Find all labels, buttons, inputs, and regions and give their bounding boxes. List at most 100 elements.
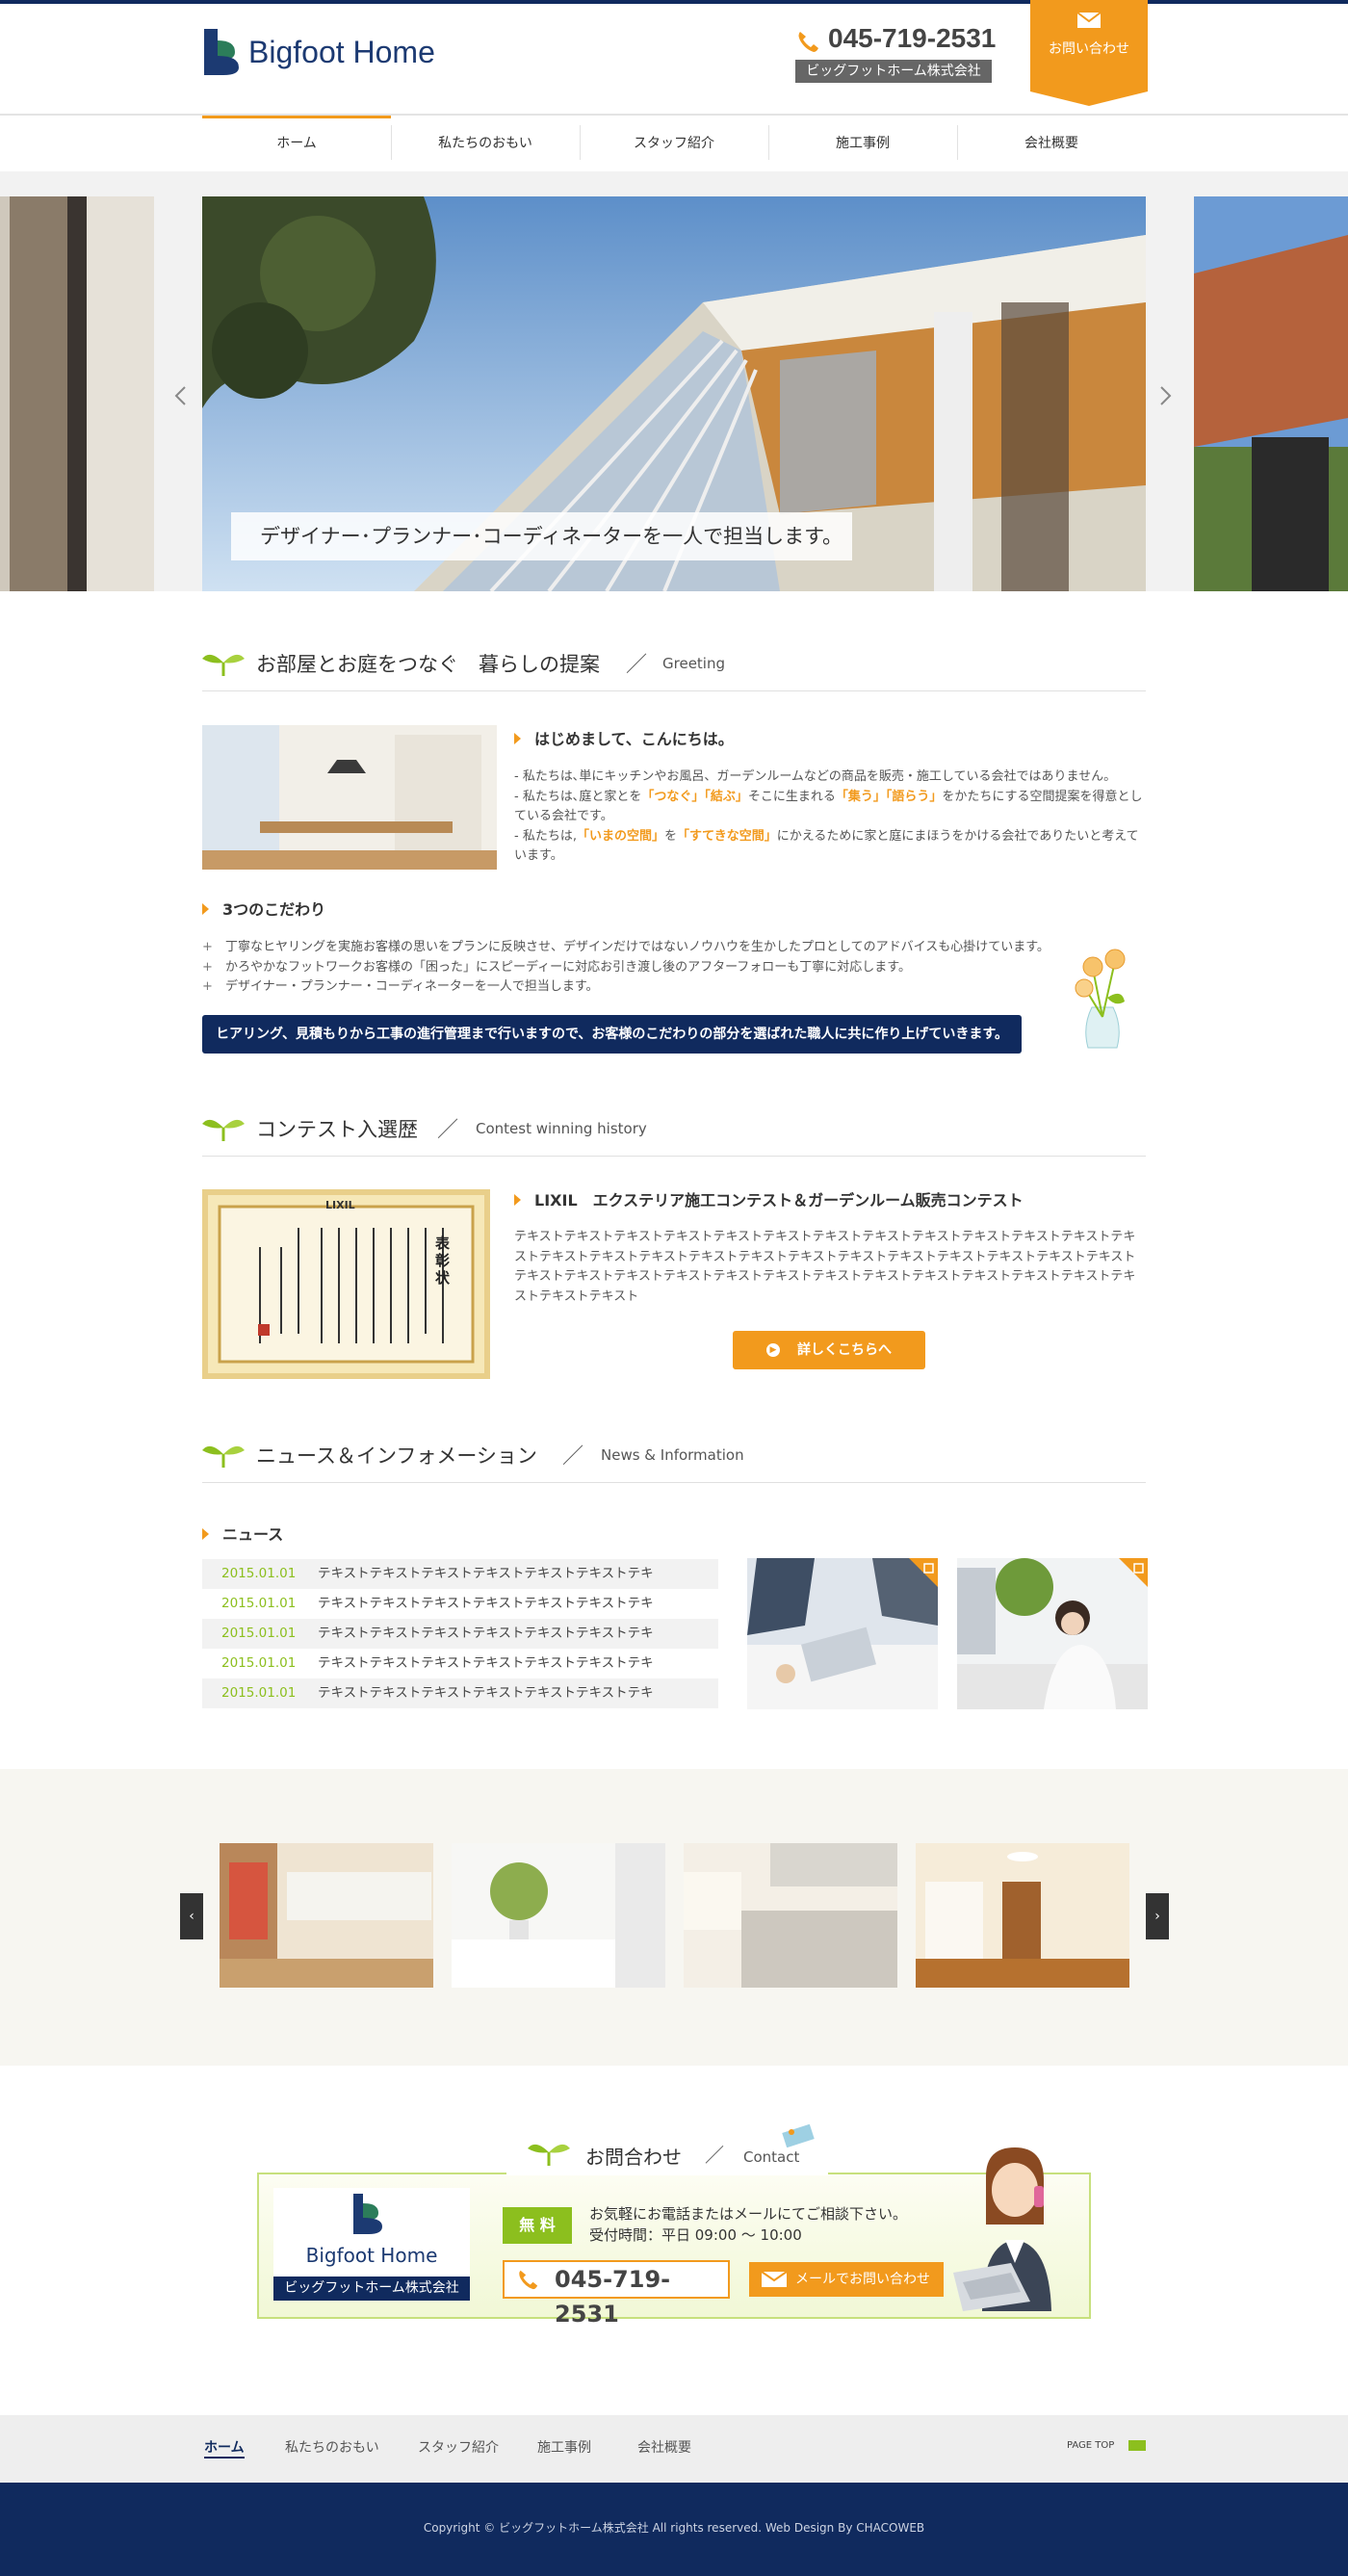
news-list: 2015.01.01 テキストテキストテキストテキストテキストテキストテキ 201…	[202, 1559, 718, 1708]
greeting-section-head: お部屋とお庭をつなぐ 暮らしの提案 ／ Greeting	[202, 643, 1146, 691]
title-slash: ／	[562, 1444, 584, 1469]
flower-vase-illustration	[1075, 949, 1126, 1049]
footer-nav-home[interactable]: ホーム	[204, 2437, 245, 2459]
contest-heading: LIXIL エクステリア施工コンテスト＆ガーデンルーム販売コンテスト	[514, 1187, 1024, 1210]
details-button-label[interactable]: 詳しくこちらへ	[797, 1342, 892, 1358]
contact-heading: お問合わせ ／ Contact	[506, 2135, 828, 2175]
ticket-illustration	[782, 2124, 815, 2147]
mail-icon	[761, 2271, 788, 2287]
nav-item-home[interactable]: ホーム	[202, 116, 391, 171]
text: - 私たちは､庭と家とを	[514, 789, 642, 804]
news-text[interactable]: テキストテキストテキストテキストテキストテキストテキ	[318, 1655, 654, 1671]
plus-icon: +	[202, 979, 213, 994]
news-title-en: News & Information	[601, 1446, 744, 1464]
contact-hours: 受付時間：平日 09:00 ～ 10:00	[589, 2226, 802, 2244]
list-item-text: デザイナー・プランナー・コーディネーターを一人で担当します。	[225, 979, 599, 994]
nav-item-our-thoughts[interactable]: 私たちのおもい	[391, 116, 580, 171]
nav-item-works[interactable]: 施工事例	[768, 116, 957, 171]
contact-title: お問合わせ	[585, 2146, 682, 2169]
award-title-text: 表彰状	[435, 1235, 451, 1287]
contact-title-en: Contact	[743, 2148, 800, 2166]
news-text[interactable]: テキストテキストテキストテキストテキストテキストテキ	[318, 1566, 654, 1581]
news-label: ニュース	[202, 1522, 283, 1545]
sprout-icon	[202, 1445, 245, 1468]
contact-message: お気軽にお電話またはメールにてご相談下さい。 受付時間：平日 09:00 ～ 1…	[589, 2203, 907, 2246]
nav-item-company[interactable]: 会社概要	[957, 116, 1146, 171]
news-banner-meeting-photo[interactable]	[747, 1558, 938, 1709]
news-item[interactable]: 2015.01.01 テキストテキストテキストテキストテキストテキストテキ	[202, 1559, 718, 1589]
list-item-text: かろやかなフットワークお客様の「困った」にスピーディーに対応お引き渡し後のアフタ…	[225, 959, 912, 975]
nav-item-staff[interactable]: スタッフ紹介	[580, 116, 768, 171]
title-slash: ／	[437, 1118, 459, 1142]
greeting-body: - 私たちは､単にキッチンやお風呂、ガーデンルームなどの商品を販売・施工している…	[514, 768, 1146, 867]
list-item: + かろやかなフットワークお客様の「困った」にスピーディーに対応お引き渡し後のアフ…	[202, 958, 1069, 978]
news-banner-office-photo[interactable]	[957, 1558, 1148, 1709]
gallery-photo[interactable]	[220, 1843, 433, 1988]
news-text[interactable]: テキストテキストテキストテキストテキストテキストテキ	[318, 1626, 654, 1641]
footer-nav-works[interactable]: 施工事例	[537, 2437, 591, 2457]
arrow-marker-icon	[514, 733, 521, 744]
kodawari-banner: ヒアリング、見積もりから工事の進行管理まで行いますので、お客様のこだわりの部分を…	[202, 1015, 1022, 1054]
kodawari-heading: 3つのこだわり	[202, 897, 325, 920]
arrow-marker-icon	[202, 1528, 209, 1540]
greeting-heading-text: はじめまして、こんにちは。	[534, 730, 734, 748]
contest-section-head: コンテスト入選歴 ／ Contest winning history	[202, 1108, 1146, 1157]
news-text[interactable]: テキストテキストテキストテキストテキストテキストテキ	[318, 1596, 654, 1611]
footer-nav-staff[interactable]: スタッフ紹介	[418, 2437, 499, 2457]
news-label-text: ニュース	[222, 1525, 284, 1544]
company-name-badge: ビッグフットホーム株式会社	[795, 60, 992, 83]
award-brand-label: LIXIL	[325, 1199, 355, 1211]
news-item[interactable]: 2015.01.01 テキストテキストテキストテキストテキストテキストテキ	[202, 1678, 718, 1708]
news-text[interactable]: テキストテキストテキストテキストテキストテキストテキ	[318, 1685, 654, 1701]
slider-next-arrow-icon[interactable]	[1159, 385, 1173, 406]
text: を	[663, 828, 677, 844]
phone-icon	[519, 2270, 538, 2290]
news-item[interactable]: 2015.01.01 テキストテキストテキストテキストテキストテキストテキ	[202, 1649, 718, 1678]
news-date: 2015.01.01	[221, 1685, 297, 1701]
contact-message-line: お気軽にお電話またはメールにてご相談下さい。	[589, 2205, 908, 2223]
sprout-icon	[528, 2144, 570, 2166]
slider-next-image[interactable]	[1194, 196, 1348, 591]
greeting-line: - 私たちは､庭と家とを「つなぐ」「結ぶ」そこに生まれる「集う」「語らう」をかた…	[514, 788, 1146, 827]
list-item: + 丁寧なヒヤリングを実施お客様の思いをプランに反映させ、デザインだけではないノウ…	[202, 938, 1069, 958]
contest-body-text: テキストテキストテキストテキストテキストテキストテキストテキストテキストテキスト…	[514, 1230, 1136, 1304]
logo-text[interactable]: Bigfoot Home	[248, 35, 435, 70]
news-date: 2015.01.01	[221, 1596, 297, 1611]
title-slash: ／	[626, 653, 648, 677]
footer-nav-our-thoughts[interactable]: 私たちのおもい	[285, 2437, 379, 2457]
header-phone-number[interactable]: 045-719-2531	[828, 23, 996, 54]
gallery-prev-button[interactable]: ‹	[180, 1893, 203, 1939]
gallery-photo[interactable]	[452, 1843, 665, 1988]
news-date: 2015.01.01	[221, 1655, 297, 1671]
greeting-line: - 私たちは､単にキッチンやお風呂、ガーデンルームなどの商品を販売・施工している…	[514, 769, 1117, 784]
contact-logo-text: Bigfoot Home	[305, 2244, 438, 2267]
operator-woman-illustration	[953, 2147, 1051, 2311]
slider-prev-image[interactable]	[0, 196, 154, 591]
gallery-next-button[interactable]: ›	[1146, 1893, 1169, 1939]
contest-heading-text: LIXIL エクステリア施工コンテスト＆ガーデンルーム販売コンテスト	[534, 1191, 1024, 1210]
slider-prev-arrow-icon[interactable]	[173, 385, 187, 406]
highlight-text: 「つなぐ」	[641, 789, 705, 804]
footer-nav-company[interactable]: 会社概要	[637, 2437, 691, 2457]
arrow-circle-icon: ▶	[766, 1343, 780, 1357]
gallery-photo[interactable]	[916, 1843, 1129, 1988]
gallery-photo[interactable]	[684, 1843, 897, 1988]
details-button[interactable]: ▶ 詳しくこちらへ	[733, 1331, 925, 1369]
arrow-marker-icon	[514, 1194, 521, 1206]
free-badge: 無 料	[503, 2207, 572, 2244]
contact-tab-label[interactable]: お問い合わせ	[1030, 39, 1148, 58]
greeting-interior-photo	[202, 725, 497, 870]
arrow-up-icon[interactable]	[1128, 2440, 1146, 2451]
news-item[interactable]: 2015.01.01 テキストテキストテキストテキストテキストテキストテキ	[202, 1619, 718, 1649]
plus-icon: +	[202, 959, 213, 975]
page-top-link[interactable]: PAGE TOP	[1067, 2440, 1114, 2451]
list-item-text: 丁寧なヒヤリングを実施お客様の思いをプランに反映させ、デザインだけではないノウハ…	[225, 940, 1050, 954]
contest-title-en: Contest winning history	[476, 1120, 647, 1137]
copyright-text: Copyright © ビッグフットホーム株式会社 All rights res…	[423, 2521, 925, 2535]
logo-icon	[353, 2194, 382, 2234]
contact-company-name: ビッグフットホーム株式会社	[273, 2277, 470, 2301]
news-item[interactable]: 2015.01.01 テキストテキストテキストテキストテキストテキストテキ	[202, 1589, 718, 1619]
highlight-text: 「いまの空間」	[576, 828, 664, 844]
text: そこに生まれる	[747, 789, 836, 804]
highlight-text: 「集う」	[835, 789, 886, 804]
